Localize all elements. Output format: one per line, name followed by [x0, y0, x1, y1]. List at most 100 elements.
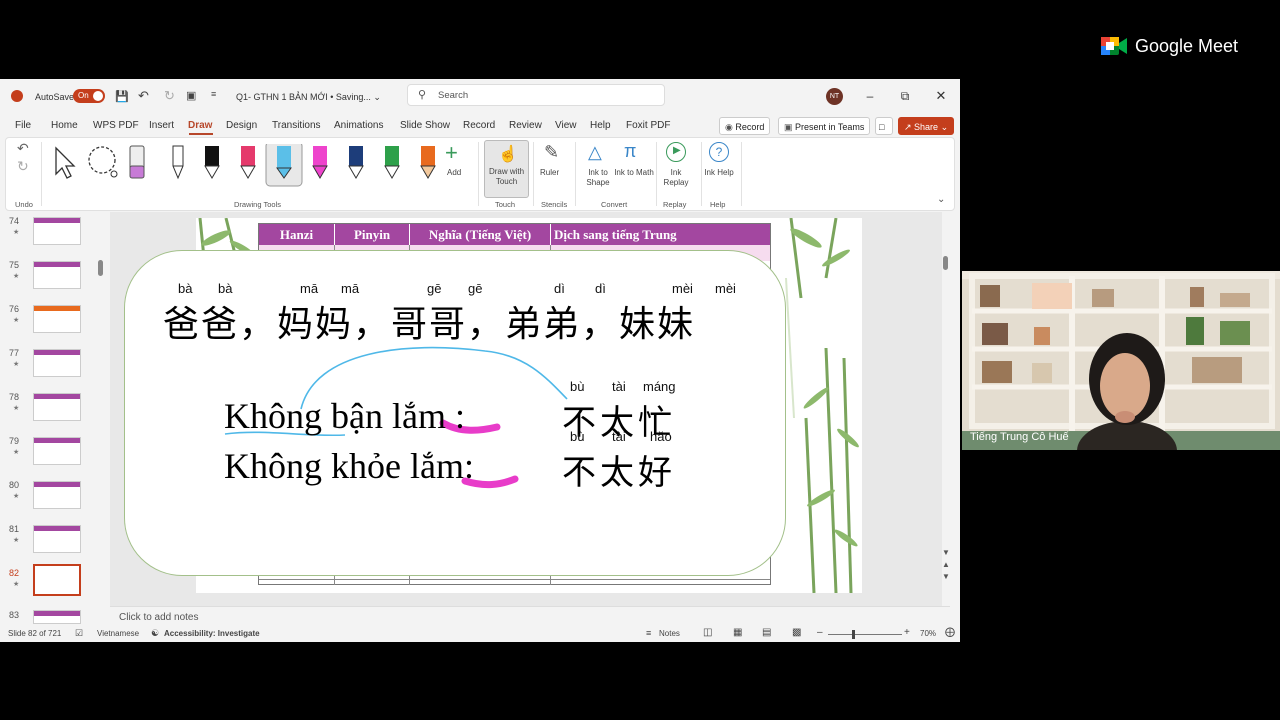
- redo-ribbon-icon[interactable]: ↻: [17, 158, 29, 175]
- notes-pane[interactable]: Click to add notes: [110, 606, 950, 627]
- save-icon[interactable]: 💾: [115, 90, 129, 103]
- ink-to-math-icon[interactable]: π: [624, 141, 636, 162]
- present-in-teams-button[interactable]: ▣ Present in Teams: [778, 117, 871, 135]
- drawing-tools: [55, 144, 436, 187]
- reading-view-icon[interactable]: ▤: [762, 627, 771, 638]
- ink-help-icon[interactable]: ?: [709, 142, 729, 162]
- search-box[interactable]: ⚲ Search: [407, 84, 665, 106]
- tab-insert[interactable]: Insert: [149, 120, 174, 131]
- notes-icon[interactable]: ≡: [646, 628, 651, 638]
- pencil-tool-icon: [172, 145, 184, 180]
- notes-placeholder: Click to add notes: [119, 612, 199, 623]
- user-avatar[interactable]: NT: [826, 88, 843, 105]
- undo-group-label: Undo: [15, 200, 33, 209]
- eraser-icon: [129, 145, 145, 179]
- undo-ribbon-icon[interactable]: ↶: [17, 140, 29, 157]
- tab-file[interactable]: File: [15, 120, 31, 131]
- zoom-slider[interactable]: [828, 630, 902, 639]
- accessibility-status[interactable]: Accessibility: Investigate: [164, 629, 260, 638]
- zoom-in-icon[interactable]: +: [904, 627, 910, 638]
- slide-thumbnail[interactable]: [33, 610, 81, 624]
- slide-thumbnail[interactable]: [33, 393, 81, 421]
- slide-thumbnail[interactable]: [33, 305, 81, 333]
- pinyin: tài: [612, 379, 626, 394]
- present-from-start-icon[interactable]: ▣: [186, 89, 196, 102]
- comments-icon[interactable]: □: [875, 117, 893, 135]
- tab-help[interactable]: Help: [590, 120, 611, 131]
- undo-icon[interactable]: ↶: [138, 88, 149, 104]
- tab-design[interactable]: Design: [226, 120, 257, 131]
- pinyin: hǎo: [650, 429, 672, 444]
- slide-number: 79: [9, 436, 20, 446]
- autosave-state: On: [78, 91, 89, 100]
- minimize-icon[interactable]: –: [861, 87, 879, 105]
- content-card[interactable]: bà bà mā mā gē gē dì dì mèi mèi 爸爸，妈妈，哥哥…: [124, 250, 786, 576]
- table-header: Hanzi: [259, 224, 335, 245]
- fit-to-window-icon[interactable]: ⨁: [945, 627, 955, 638]
- tab-foxit-pdf[interactable]: Foxit PDF: [626, 120, 670, 131]
- table-header: Nghĩa (Tiếng Việt): [410, 224, 551, 245]
- autosave-label: AutoSave: [35, 92, 75, 102]
- restore-icon[interactable]: ⧉: [896, 87, 914, 105]
- zoom-out-icon[interactable]: –: [817, 627, 823, 638]
- ink-to-math-label[interactable]: Ink to Math: [614, 168, 654, 178]
- tab-animations[interactable]: Animations: [334, 120, 383, 131]
- add-pen-label: Add: [447, 168, 462, 177]
- slide-editor[interactable]: Hanzi Pinyin Nghĩa (Tiếng Việt) Dịch san…: [110, 212, 950, 606]
- ink-replay-icon[interactable]: ▶: [666, 142, 686, 162]
- record-button[interactable]: ◉ Record: [719, 117, 771, 135]
- ink-to-shape-label[interactable]: Ink to Shape: [580, 168, 616, 188]
- slide-thumbnail[interactable]: [33, 217, 81, 245]
- tab-slide-show[interactable]: Slide Show: [400, 120, 450, 131]
- tab-wps-pdf[interactable]: WPS PDF: [93, 120, 139, 131]
- slide-thumbnail[interactable]: [33, 261, 81, 289]
- tab-draw[interactable]: Draw: [188, 120, 212, 131]
- drawing-tools-group-label: Drawing Tools: [234, 200, 281, 209]
- participant-name: Tiếng Trung Cô Huế: [970, 431, 1069, 443]
- spellcheck-icon[interactable]: ☑: [75, 628, 83, 639]
- tab-transitions[interactable]: Transitions: [272, 120, 321, 131]
- notes-toggle[interactable]: Notes: [659, 629, 680, 638]
- slide-number: 81: [9, 524, 20, 534]
- ink-help-label[interactable]: Ink Help: [703, 168, 735, 178]
- redo-icon[interactable]: ↻: [164, 88, 175, 104]
- slide-number: 76: [9, 304, 20, 314]
- active-tab-indicator: [189, 133, 213, 135]
- normal-view-icon[interactable]: ◫: [703, 627, 712, 638]
- pen-red-icon: [240, 146, 256, 179]
- ruler-icon[interactable]: ✎: [544, 142, 559, 163]
- ink-to-shape-icon[interactable]: △: [588, 142, 602, 163]
- highlighter-pink-icon: [312, 146, 328, 179]
- participant-video-tile[interactable]: [962, 271, 1280, 450]
- status-bar: Slide 82 of 721 ☑ Vietnamese ☯ Accessibi…: [0, 626, 960, 642]
- tab-view[interactable]: View: [555, 120, 577, 131]
- slide-thumbnail[interactable]: [33, 481, 81, 509]
- slideshow-view-icon[interactable]: ▩: [792, 627, 801, 638]
- accessibility-icon[interactable]: ☯: [151, 628, 159, 639]
- tab-record[interactable]: Record: [463, 120, 495, 131]
- slide-thumbnail[interactable]: [33, 525, 81, 553]
- slide-thumbnail[interactable]: [33, 437, 81, 465]
- customize-toolbar-icon[interactable]: ≡: [211, 89, 216, 99]
- collapse-ribbon-icon[interactable]: ⌄: [937, 194, 945, 205]
- zoom-level[interactable]: 70%: [920, 629, 936, 638]
- language-indicator[interactable]: Vietnamese: [97, 629, 139, 638]
- ruler-label[interactable]: Ruler: [540, 168, 559, 178]
- tab-review[interactable]: Review: [509, 120, 542, 131]
- search-placeholder: Search: [438, 90, 469, 101]
- document-title[interactable]: Q1- GTHN 1 BẢN MỚI • Saving... ⌄: [236, 92, 381, 103]
- slide-counter: Slide 82 of 721: [8, 629, 62, 638]
- slide-thumbnail[interactable]: [33, 349, 81, 377]
- close-icon[interactable]: ✕: [932, 87, 950, 105]
- tab-home[interactable]: Home: [51, 120, 78, 131]
- slide-scrollbar[interactable]: ▼ ▲ ▼: [942, 212, 950, 606]
- google-meet-logo-icon: [1100, 34, 1128, 63]
- autosave-toggle[interactable]: On: [73, 89, 105, 103]
- share-button[interactable]: ↗ Share ⌄: [898, 117, 955, 135]
- thumbnail-scrollbar[interactable]: [97, 212, 105, 625]
- add-pen-icon[interactable]: +: [445, 140, 458, 166]
- ink-replay-label[interactable]: Ink Replay: [658, 168, 694, 188]
- draw-with-touch-button[interactable]: ☝ Draw with Touch: [484, 140, 529, 198]
- slide-thumbnail-selected[interactable]: [33, 564, 81, 596]
- slide-sorter-icon[interactable]: ▦: [733, 627, 742, 638]
